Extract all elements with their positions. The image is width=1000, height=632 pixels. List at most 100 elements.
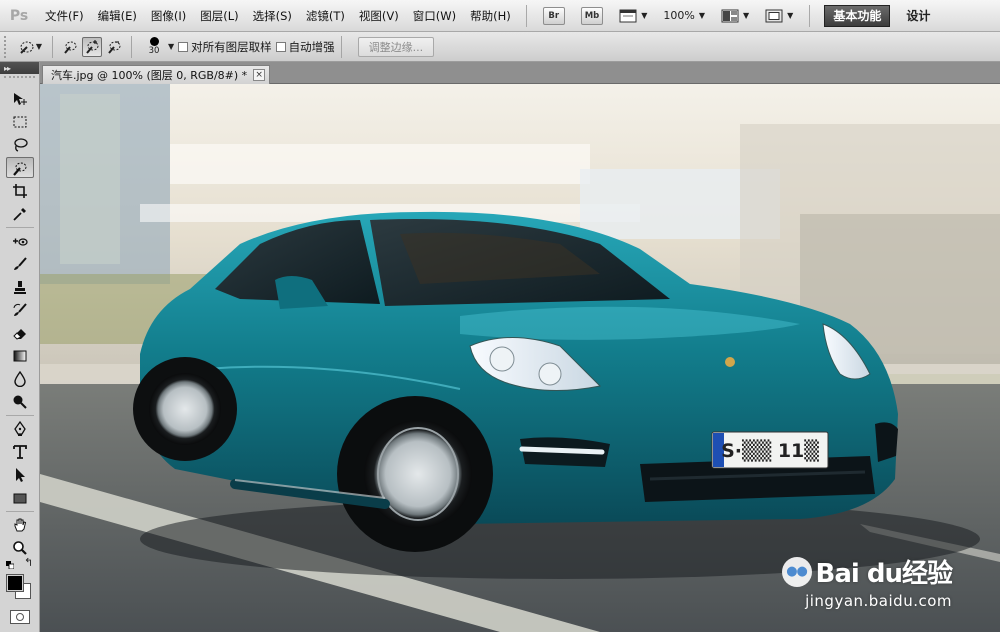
- quick-mask-button[interactable]: [10, 610, 30, 624]
- type-icon: [13, 444, 27, 459]
- blur-drop-icon: [14, 370, 26, 387]
- document-tab[interactable]: 汽车.jpg @ 100% (图层 0, RGB/8#) * ×: [42, 65, 271, 84]
- document-canvas[interactable]: S·▒▒ 11▒ ●● Bai du经验 jingyan.baidu.com: [40, 84, 1000, 632]
- workspace-design-button[interactable]: 设计: [906, 7, 930, 24]
- menu-separator: [525, 4, 527, 27]
- menu-edit[interactable]: 编辑(E): [91, 8, 144, 24]
- license-plate-text: S·▒▒ 11▒: [721, 439, 819, 462]
- lasso-tool[interactable]: [6, 134, 34, 155]
- tool-preset-picker[interactable]: ▼: [14, 36, 46, 58]
- new-selection-button[interactable]: [60, 37, 80, 57]
- car-photo: S·▒▒ 11▒: [40, 84, 1000, 632]
- add-to-selection-button[interactable]: [82, 36, 102, 57]
- quick-selection-icon: [20, 41, 34, 54]
- tools-panel-grip[interactable]: [4, 76, 35, 84]
- brush-tip-icon: [149, 37, 159, 46]
- chevron-down-icon: ▼: [787, 11, 794, 20]
- path-selection-tool[interactable]: [6, 464, 34, 485]
- eyedropper-tool[interactable]: [6, 203, 34, 224]
- blur-tool[interactable]: [6, 368, 34, 389]
- bridge-button[interactable]: Br: [542, 6, 565, 25]
- brush-tool[interactable]: [6, 253, 34, 274]
- hand-tool[interactable]: [6, 514, 34, 535]
- arrange-documents-dropdown[interactable]: ▼: [721, 9, 749, 23]
- watermark-url: jingyan.baidu.com: [805, 592, 952, 610]
- photoshop-logo: Ps: [9, 7, 29, 24]
- sample-all-layers-label: 对所有图层取样: [191, 39, 272, 54]
- chevron-down-icon: ▼: [641, 11, 648, 20]
- eraser-tool[interactable]: [6, 322, 34, 343]
- sample-all-layers-checkbox[interactable]: 对所有图层取样: [178, 39, 272, 55]
- view-extras-dropdown[interactable]: ▼: [619, 9, 647, 23]
- menu-view[interactable]: 视图(V): [352, 8, 406, 24]
- refine-edge-button[interactable]: 调整边缘...: [357, 36, 435, 57]
- screen-mode-dropdown[interactable]: ▼: [765, 9, 793, 23]
- history-brush-tool[interactable]: [6, 299, 34, 320]
- swap-colors-icon[interactable]: ↰: [24, 556, 33, 569]
- document-tab-bar: 汽车.jpg @ 100% (图层 0, RGB/8#) * ×: [40, 62, 1000, 84]
- tools-panel: ▸▸ ↰: [0, 62, 40, 632]
- view-extras-icon: [619, 9, 637, 22]
- rectangle-shape-icon: [13, 493, 27, 503]
- collapse-panel-icon[interactable]: ▸▸: [4, 64, 11, 73]
- crop-tool[interactable]: [6, 180, 34, 201]
- gradient-tool[interactable]: [6, 345, 34, 366]
- type-tool[interactable]: [6, 441, 34, 462]
- auto-enhance-checkbox[interactable]: 自动增强: [275, 39, 335, 55]
- options-bar: ▼ 30 ▼ 对所有图层取样 自动增强 调整边缘...: [0, 32, 1000, 62]
- baidu-paw-icon: ●●: [781, 556, 812, 587]
- checkbox-box[interactable]: [275, 41, 286, 52]
- options-separator: [340, 35, 342, 58]
- menu-file[interactable]: 文件(F): [38, 8, 91, 24]
- move-tool[interactable]: [6, 88, 34, 109]
- crop-icon: [13, 183, 27, 198]
- subtract-selection-brush-icon: [108, 41, 121, 54]
- zoom-tool[interactable]: [6, 537, 34, 558]
- toolbox-divider: [6, 415, 34, 416]
- clone-stamp-tool[interactable]: [6, 276, 34, 297]
- brush-icon: [14, 256, 27, 270]
- menu-select[interactable]: 选择(S): [246, 8, 299, 24]
- foreground-color-swatch[interactable]: [6, 574, 24, 592]
- add-to-selection-brush-icon: [86, 39, 99, 54]
- spot-healing-brush-icon: [13, 237, 28, 246]
- mini-bridge-button[interactable]: Mb: [580, 6, 604, 25]
- screen-mode-icon: [765, 9, 783, 22]
- options-bar-grip[interactable]: [4, 35, 10, 58]
- gradient-icon: [13, 350, 27, 361]
- brush-size: 30: [148, 46, 160, 56]
- quick-selection-icon: [13, 162, 27, 176]
- toolbox-divider: [6, 227, 34, 228]
- menu-separator: [809, 4, 811, 27]
- new-selection-brush-icon: [64, 41, 77, 54]
- quick-selection-tool[interactable]: [6, 157, 34, 178]
- brush-picker[interactable]: 30: [142, 37, 166, 56]
- pen-tool[interactable]: [6, 418, 34, 439]
- close-icon[interactable]: ×: [253, 69, 266, 81]
- zoom-level: 100%: [663, 9, 695, 22]
- rectangle-tool[interactable]: [6, 487, 34, 508]
- menu-window[interactable]: 窗口(W): [406, 8, 463, 24]
- zoom-magnifier-icon: [13, 540, 27, 555]
- menu-image[interactable]: 图像(I): [144, 8, 193, 24]
- zoom-dropdown[interactable]: 100% ▼: [663, 9, 705, 22]
- chevron-down-icon[interactable]: ▼: [168, 42, 174, 51]
- menu-help[interactable]: 帮助(H): [463, 8, 518, 24]
- workspace-essentials-button[interactable]: 基本功能: [824, 4, 891, 27]
- menu-layer[interactable]: 图层(L): [193, 8, 245, 24]
- auto-enhance-label: 自动增强: [288, 39, 335, 54]
- marquee-tool[interactable]: [6, 111, 34, 132]
- subtract-from-selection-button[interactable]: [104, 37, 124, 57]
- default-colors-icon[interactable]: [6, 559, 15, 570]
- document-tab-title: 汽车.jpg @ 100% (图层 0, RGB/8#) *: [51, 69, 248, 82]
- options-separator: [52, 35, 53, 58]
- checkbox-box[interactable]: [178, 41, 189, 52]
- move-tool-icon: [14, 92, 27, 105]
- eyedropper-icon: [13, 207, 26, 221]
- menu-filter[interactable]: 滤镜(T): [299, 8, 352, 24]
- tools-panel-header[interactable]: ▸▸: [0, 62, 39, 74]
- spot-healing-tool[interactable]: [6, 230, 34, 251]
- dodge-icon: [13, 395, 27, 409]
- dodge-tool[interactable]: [6, 391, 34, 412]
- quick-mask-icon: [16, 613, 24, 621]
